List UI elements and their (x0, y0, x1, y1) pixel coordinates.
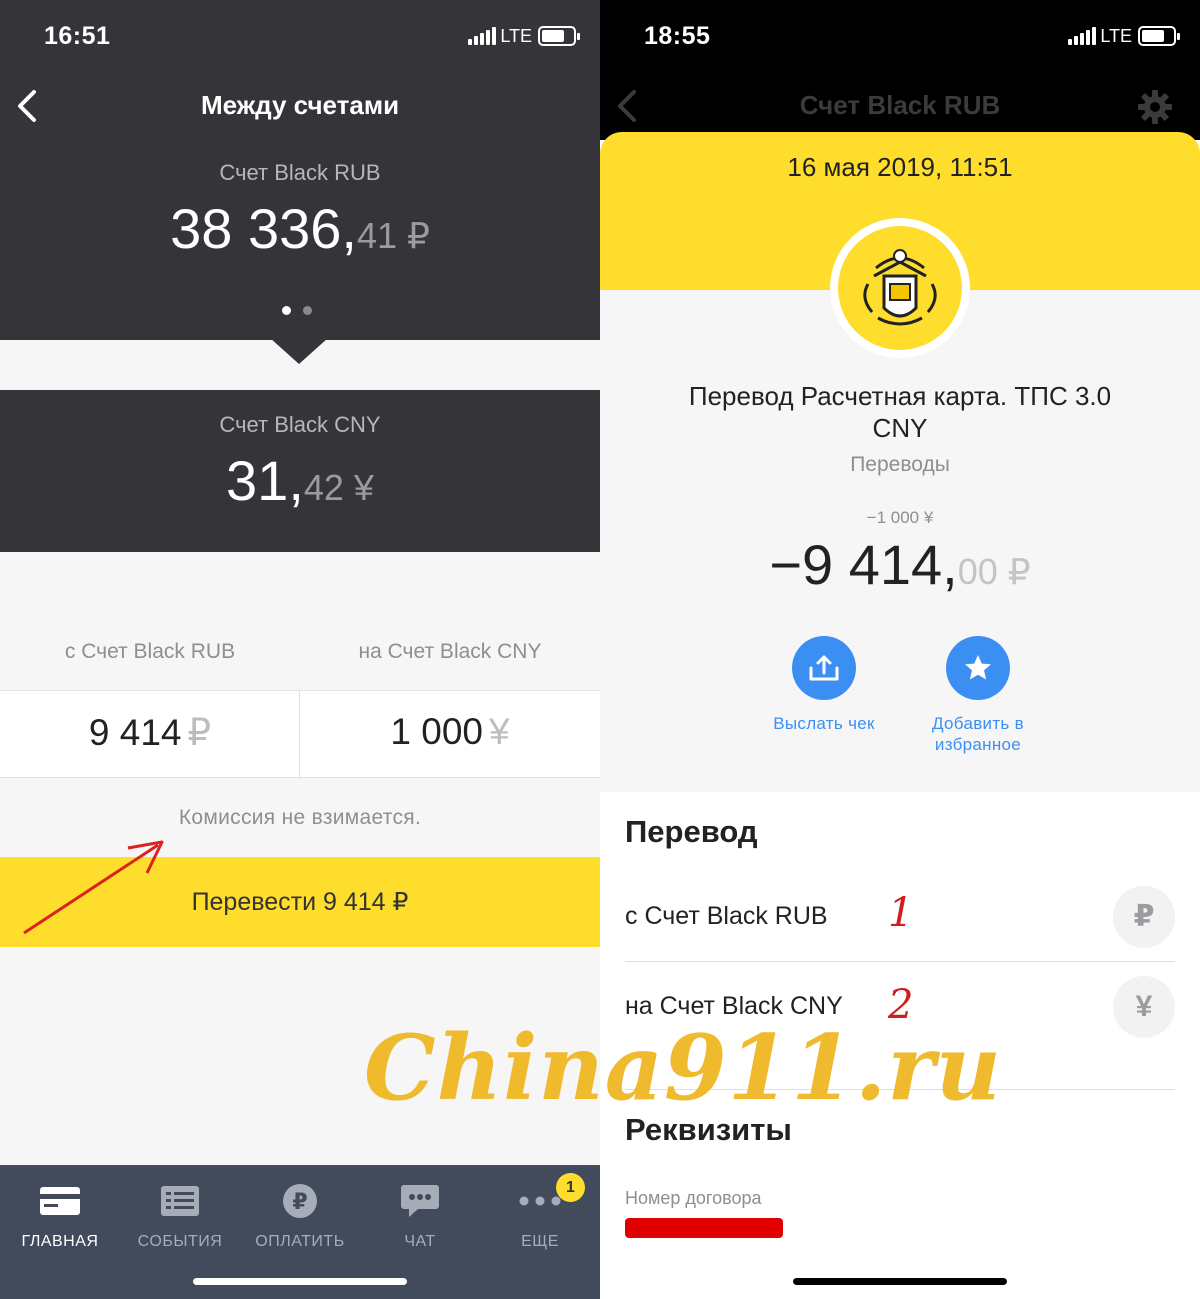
balance-integer: 31, (226, 449, 304, 512)
amount-inputs: 9 414 ₽ 1 000 ¥ (0, 690, 600, 779)
target-account-balance: 31,42 ¥ (0, 448, 600, 513)
list-icon (120, 1181, 240, 1221)
signal-icon (468, 27, 496, 45)
annotation-number: 1 (888, 890, 914, 936)
tab-home[interactable]: ГЛАВНАЯ (0, 1181, 120, 1251)
home-indicator (793, 1278, 1007, 1285)
to-label: на Счет Black CNY (358, 640, 542, 663)
settings-button[interactable] (1137, 89, 1173, 125)
selection-pointer (270, 338, 328, 364)
gear-icon (1138, 90, 1172, 124)
status-bar: 18:55 LTE (600, 0, 1200, 70)
to-amount-value: 1 000 (390, 711, 483, 752)
carousel-dots (282, 302, 324, 320)
balance-integer: 38 336, (170, 197, 357, 260)
fee-note: Комиссия не взимается. (178, 806, 422, 829)
tab-events[interactable]: СОБЫТИЯ (120, 1181, 240, 1251)
balance-fraction: 42 ¥ (303, 467, 374, 508)
page-title: Между счетами (200, 90, 400, 120)
tab-pay[interactable]: ₽ ОПЛАТИТЬ (240, 1181, 360, 1251)
signal-icon (1068, 27, 1096, 45)
send-receipt-label: Выслать чек (773, 714, 875, 733)
network-type: LTE (1100, 26, 1132, 46)
add-favorite-label: Добавить в избранное (932, 714, 1024, 754)
from-amount-value: 9 414 (88, 712, 182, 753)
card-icon (0, 1181, 120, 1221)
carousel-dot-active (282, 306, 291, 315)
operation-amount: −9 414,00 ₽ (600, 532, 1200, 597)
carousel-dot (303, 306, 312, 315)
operation-category: Переводы (850, 453, 950, 476)
share-icon (809, 655, 839, 681)
amount-fraction: 00 ₽ (957, 551, 1031, 592)
add-favorite-button[interactable] (946, 636, 1010, 700)
source-account-name: Счет Black RUB (219, 160, 381, 185)
tab-label: ЧАТ (404, 1233, 436, 1250)
tab-chat[interactable]: ЧАТ (360, 1181, 480, 1251)
ruble-icon: ₽ (187, 712, 212, 753)
status-bar: 16:51 LTE (0, 0, 600, 70)
chat-icon (360, 1181, 480, 1221)
from-amount-input[interactable]: 9 414 ₽ (0, 711, 300, 754)
transfer-section-title: Перевод (625, 814, 758, 849)
original-amount: −1 000 ¥ (866, 508, 934, 527)
redacted-contract-number (625, 1218, 783, 1238)
to-amount-input[interactable]: 1 000 ¥ (300, 711, 600, 753)
battery-icon (538, 26, 580, 46)
svg-text:₽: ₽ (292, 1190, 307, 1215)
balance-fraction: 41 ₽ (356, 215, 430, 256)
page-title: Счет Black RUB (799, 90, 1001, 120)
divider (625, 961, 1175, 962)
target-account-name: Счет Black CNY (219, 412, 381, 437)
source-account-balance: 38 336,41 ₽ (0, 196, 600, 261)
home-indicator (193, 1278, 407, 1285)
operation-name: Перевод Расчетная карта. ТПС 3.0 CNY (688, 381, 1112, 443)
status-time: 16:51 (44, 22, 111, 50)
tab-label: ГЛАВНАЯ (21, 1233, 99, 1250)
contract-number-label: Номер договора (625, 1188, 762, 1208)
tab-label: ОПЛАТИТЬ (255, 1233, 345, 1250)
bank-logo (838, 226, 962, 350)
yuan-icon: ¥ (489, 711, 510, 752)
transfer-direction-labels: с Счет Black RUB на Счет Black CNY (0, 640, 600, 670)
star-icon (965, 655, 991, 680)
notification-badge: 1 (556, 1173, 585, 1202)
coat-of-arms-icon (863, 249, 937, 326)
amount-integer: −9 414, (769, 533, 958, 596)
status-time: 18:55 (644, 22, 711, 50)
watermark-logo: China911.ru (364, 1015, 1003, 1121)
ruble-icon: ₽ (1113, 886, 1175, 948)
from-label: с Счет Black RUB (64, 640, 236, 663)
ruble-icon: ₽ (240, 1181, 360, 1221)
network-type: LTE (500, 26, 532, 46)
from-account-text: с Счет Black RUB (625, 902, 828, 930)
send-receipt-button[interactable] (792, 636, 856, 700)
tab-label: СОБЫТИЯ (137, 1233, 223, 1250)
operation-date: 16 мая 2019, 11:51 (787, 152, 1013, 182)
transfer-button[interactable]: Перевести 9 414 ₽ (0, 857, 600, 947)
tab-label: ЕЩЕ (521, 1233, 559, 1250)
yuan-icon: ¥ (1113, 976, 1175, 1038)
battery-icon (1138, 26, 1180, 46)
